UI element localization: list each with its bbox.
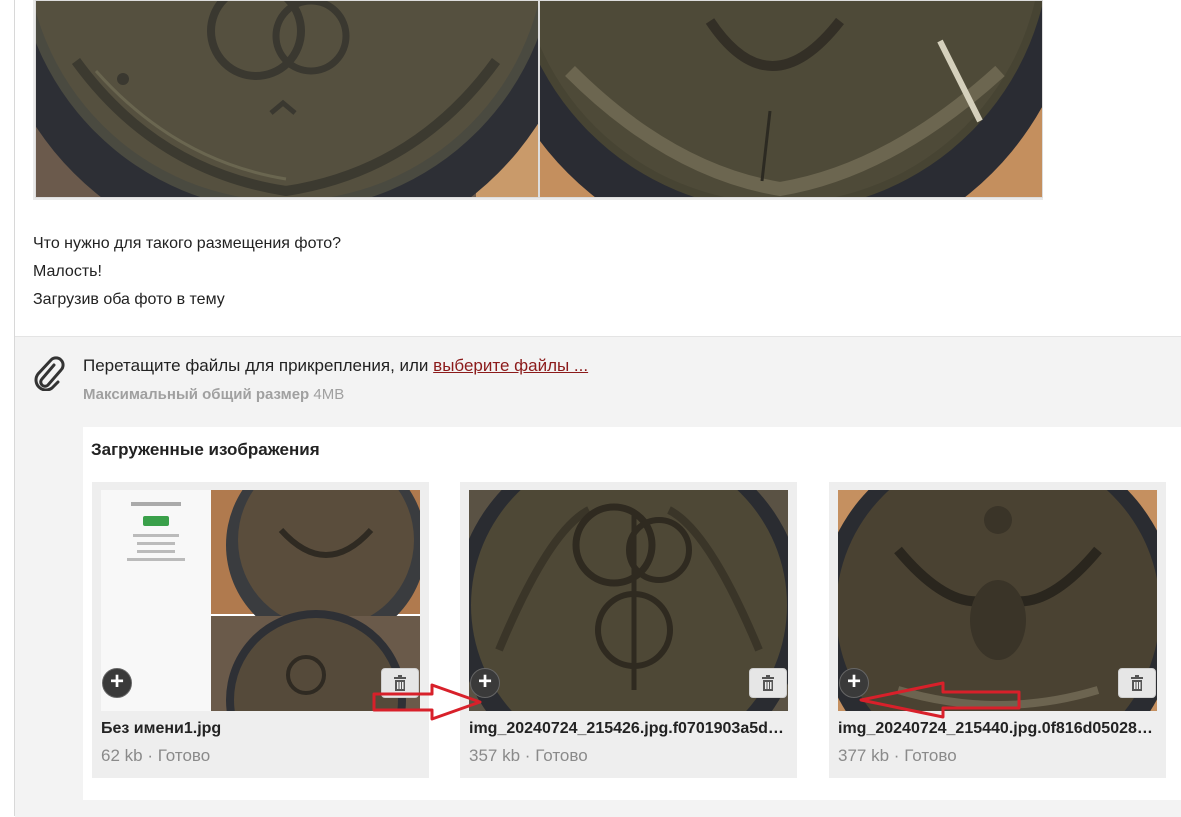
- plus-circle-icon[interactable]: +: [102, 668, 132, 698]
- file-name: img_20240724_215440.jpg.0f816d05028…: [838, 720, 1153, 737]
- file-status: Готово: [535, 746, 588, 765]
- post-line-question: Что нужно для такого размещения фото?: [33, 235, 342, 252]
- file-status: Готово: [157, 746, 211, 765]
- file-meta: 357 kb · Готово: [469, 746, 588, 766]
- file-size: 377 kb: [838, 746, 890, 765]
- meta-separator: ·: [524, 746, 531, 765]
- uploaded-file-card[interactable]: + img_20240724_215440.jpg.0f816d05028… 3…: [829, 482, 1166, 778]
- trash-icon[interactable]: [749, 668, 787, 698]
- file-size: 357 kb: [469, 746, 521, 765]
- uploaded-file-card[interactable]: + Без имени1.jpg 62 kb · Готово: [92, 482, 429, 778]
- file-thumbnail[interactable]: [469, 490, 788, 711]
- file-meta: 377 kb · Готово: [838, 746, 957, 766]
- attach-instructions: Перетащите файлы для прикрепления, или в…: [83, 356, 588, 376]
- max-size-info: Максимальный общий размер 4MB: [83, 386, 344, 403]
- plus-circle-icon[interactable]: +: [839, 668, 869, 698]
- file-name: Без имени1.jpg: [101, 720, 222, 737]
- max-size-label: Максимальный общий размер: [83, 386, 310, 403]
- file-thumbnail[interactable]: [101, 490, 420, 711]
- choose-files-link[interactable]: выберите файлы ...: [433, 356, 588, 375]
- max-size-value: 4MB: [313, 386, 345, 403]
- file-name: img_20240724_215426.jpg.f0701903a5d…: [469, 720, 784, 737]
- meta-separator: ·: [893, 746, 900, 765]
- trash-icon[interactable]: [1118, 668, 1156, 698]
- drop-text: Перетащите файлы для прикрепления, или: [83, 356, 434, 375]
- post-text: Что нужно для такого размещения фото? Ма…: [33, 230, 341, 314]
- uploaded-images-panel: Загруженные изображения + Без имени1.jpg…: [83, 427, 1181, 800]
- plus-circle-icon[interactable]: +: [470, 668, 500, 698]
- paperclip-icon: [34, 356, 65, 391]
- file-size: 62 kb: [101, 746, 143, 765]
- file-meta: 62 kb · Готово: [101, 746, 210, 766]
- file-status: Готово: [904, 746, 957, 765]
- meta-separator: ·: [147, 746, 153, 765]
- uploaded-images-title: Загруженные изображения: [91, 440, 320, 459]
- coin-photo-eagle[interactable]: [539, 0, 1043, 198]
- coin-photo-monogram[interactable]: [35, 0, 539, 198]
- file-thumbnail[interactable]: [838, 490, 1157, 711]
- post-line-answer: Малость!: [33, 263, 102, 280]
- trash-icon[interactable]: [381, 668, 419, 698]
- post-images: [33, 0, 1043, 200]
- uploaded-file-card[interactable]: + img_20240724_215426.jpg.f0701903a5d… 3…: [460, 482, 797, 778]
- post-line-note: Загрузив оба фото в тему: [33, 291, 225, 308]
